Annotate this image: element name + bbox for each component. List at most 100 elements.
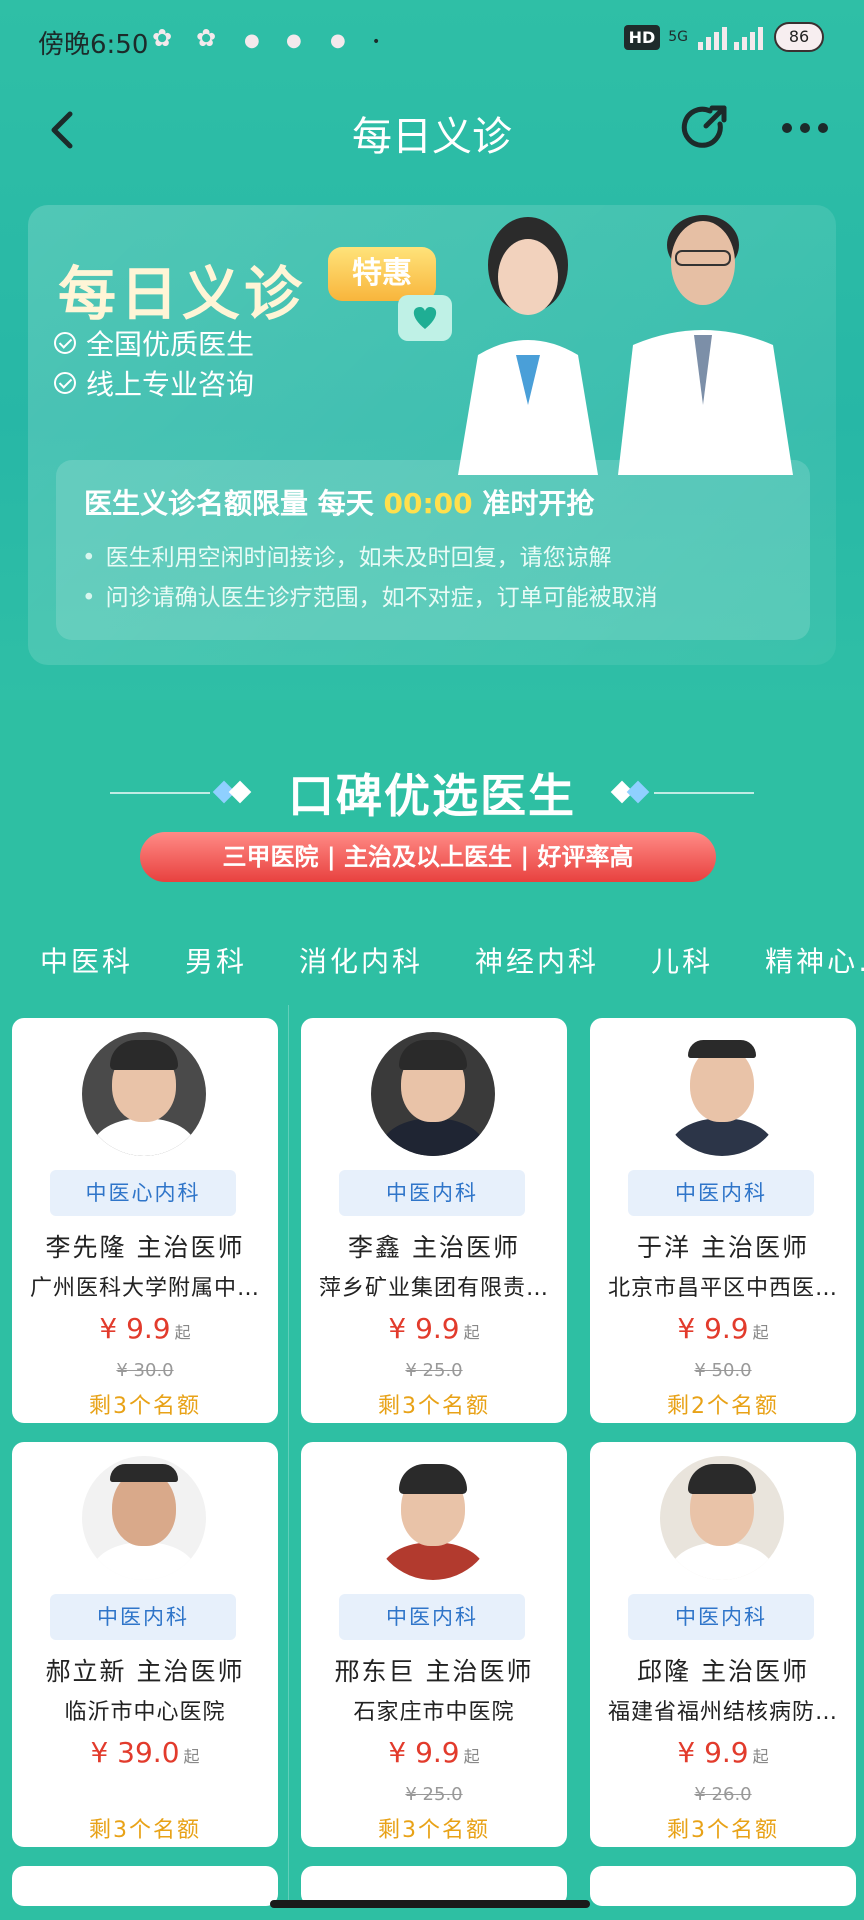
doctor-name: 邱隆 主治医师 xyxy=(637,1657,809,1686)
avatar-hair xyxy=(110,1464,178,1482)
notice-note: 医生利用空闲时间接诊，如未及时回复，请您谅解 xyxy=(82,538,612,572)
price-from-label: 起 xyxy=(183,1747,200,1766)
original-price: ¥ 30.0 xyxy=(116,1360,174,1381)
avatar-body xyxy=(92,1118,196,1156)
avatar-hair xyxy=(110,1040,178,1070)
avatar xyxy=(371,1456,495,1580)
signal-icon: 5G xyxy=(668,29,688,45)
avatar xyxy=(371,1032,495,1156)
status-icons: HD 5G 86 xyxy=(623,22,824,52)
notice-title: 医生义诊名额限量 每天 00:00 准时开抢 xyxy=(84,482,594,522)
quota-remaining: 剩3个名额 xyxy=(378,1818,490,1843)
avatar-hair xyxy=(399,1040,467,1070)
tab-nanke[interactable]: 男科 xyxy=(165,935,267,1005)
doctor-card[interactable]: 中医内科 于洋 主治医师 北京市昌平区中西医… ¥ 9.9 起 ¥ 50.0 剩2… xyxy=(590,1018,856,1423)
signal-bars-icon xyxy=(698,27,763,50)
price-from-label: 起 xyxy=(463,1747,480,1766)
doctors-illustration-icon xyxy=(398,215,793,475)
doctor-card[interactable]: 中医心内科 李先隆 主治医师 广州医科大学附属中… ¥ 9.9 起 ¥ 30.0 … xyxy=(12,1018,278,1423)
sticker-icon: ● xyxy=(244,30,260,51)
department-tag: 中医内科 xyxy=(339,1594,525,1640)
avatar-body xyxy=(381,1118,485,1156)
doctor-card-partial[interactable] xyxy=(590,1866,856,1906)
avatar xyxy=(82,1456,206,1580)
notice-prefix: 医生义诊名额限量 每天 xyxy=(84,487,384,520)
hospital-name: 临沂市中心医院 xyxy=(64,1700,226,1725)
hd-icon: HD xyxy=(623,24,661,50)
sticker-icon: ✿ xyxy=(196,24,217,52)
notice-suffix: 准时开抢 xyxy=(472,487,595,520)
avatar-body xyxy=(92,1542,196,1580)
feature-item: 全国优质医生 xyxy=(54,323,254,363)
department-tag: 中医心内科 xyxy=(50,1170,236,1216)
quota-remaining: 剩2个名额 xyxy=(667,1394,779,1419)
sticker-icon: ● xyxy=(286,30,302,51)
price: ¥ 9.9 xyxy=(388,1312,460,1345)
quota-remaining: 剩3个名额 xyxy=(89,1818,201,1843)
original-price: ¥ 50.0 xyxy=(694,1360,752,1381)
hospital-name: 福建省福州结核病防… xyxy=(607,1700,838,1725)
price-row: ¥ 9.9 起 xyxy=(301,1736,567,1769)
share-icon[interactable] xyxy=(680,102,732,154)
department-tag: 中医内科 xyxy=(628,1170,814,1216)
price: ¥ 9.9 xyxy=(677,1736,749,1769)
price-from-label: 起 xyxy=(174,1323,191,1342)
doctor-name: 邢东巨 主治医师 xyxy=(334,1657,534,1686)
price: ¥ 9.9 xyxy=(677,1312,749,1345)
sticker-icon: ● xyxy=(330,30,346,51)
avatar-hair xyxy=(688,1464,756,1494)
battery-icon: 86 xyxy=(774,22,824,52)
sticker-icon: ✿ xyxy=(152,24,173,52)
price: ¥ 39.0 xyxy=(90,1736,180,1769)
feature-label: 线上专业咨询 xyxy=(86,368,255,401)
status-bar: 傍晚6:50 ✿ ✿ ● ● ● • HD 5G 86 xyxy=(0,0,864,80)
price-from-label: 起 xyxy=(752,1747,769,1766)
more-icon[interactable] xyxy=(780,116,830,140)
highlights-pill: 三甲医院 | 主治及以上医生 | 好评率高 xyxy=(140,832,716,882)
hospital-name: 石家庄市中医院 xyxy=(353,1700,515,1725)
tab-erke[interactable]: 儿科 xyxy=(631,935,733,1005)
doctor-name: 李鑫 主治医师 xyxy=(348,1233,520,1262)
doctor-card-partial[interactable] xyxy=(12,1866,278,1906)
tab-zhongyi[interactable]: 中医科 xyxy=(20,935,153,1005)
department-tag: 中医内科 xyxy=(50,1594,236,1640)
tab-xiaohua[interactable]: 消化内科 xyxy=(279,935,443,1005)
notice-note: 问诊请确认医生诊疗范围，如不对症，订单可能被取消 xyxy=(82,578,658,612)
doctor-name: 于洋 主治医师 xyxy=(637,1233,809,1262)
quota-remaining: 剩3个名额 xyxy=(667,1818,779,1843)
department-tabs: 中医科 男科 消化内科 神经内科 儿科 精神心… xyxy=(0,935,864,1005)
doctor-name: 李先隆 主治医师 xyxy=(45,1233,245,1262)
avatar-body xyxy=(670,1542,774,1580)
decorative-line xyxy=(654,792,754,794)
price-from-label: 起 xyxy=(463,1323,480,1342)
original-price: ¥ 26.0 xyxy=(694,1784,752,1805)
price-row: ¥ 39.0 起 xyxy=(12,1736,278,1769)
tab-jingshen[interactable]: 精神心… xyxy=(745,935,864,1005)
original-price: ¥ 25.0 xyxy=(405,1784,463,1805)
tab-shenjing[interactable]: 神经内科 xyxy=(455,935,619,1005)
home-indicator[interactable] xyxy=(270,1900,590,1908)
banner-title: 每日义诊 xyxy=(58,260,307,328)
price-from-label: 起 xyxy=(752,1323,769,1342)
avatar xyxy=(660,1032,784,1156)
price: ¥ 9.9 xyxy=(99,1312,171,1345)
avatar-body xyxy=(381,1542,485,1580)
doctor-card[interactable]: 中医内科 邢东巨 主治医师 石家庄市中医院 ¥ 9.9 起 ¥ 25.0 剩3个名… xyxy=(301,1442,567,1847)
feature-label: 全国优质医生 xyxy=(86,328,255,361)
price-row: ¥ 9.9 起 xyxy=(590,1312,856,1345)
avatar-body xyxy=(670,1118,774,1156)
hospital-name: 萍乡矿业集团有限责… xyxy=(318,1276,549,1301)
price-row: ¥ 9.9 起 xyxy=(590,1736,856,1769)
doctor-card[interactable]: 中医内科 李鑫 主治医师 萍乡矿业集团有限责… ¥ 9.9 起 ¥ 25.0 剩3… xyxy=(301,1018,567,1423)
doctor-name: 郝立新 主治医师 xyxy=(45,1657,245,1686)
doctor-card[interactable]: 中医内科 郝立新 主治医师 临沂市中心医院 ¥ 39.0 起 剩3个名额 xyxy=(12,1442,278,1847)
original-price: ¥ 25.0 xyxy=(405,1360,463,1381)
hospital-name: 广州医科大学附属中… xyxy=(29,1276,260,1301)
page-title: 每日义诊 xyxy=(352,114,512,160)
check-icon xyxy=(54,372,76,394)
notice-box: 医生义诊名额限量 每天 00:00 准时开抢 医生利用空闲时间接诊，如未及时回复… xyxy=(56,460,810,640)
doctor-card[interactable]: 中医内科 邱隆 主治医师 福建省福州结核病防… ¥ 9.9 起 ¥ 26.0 剩3… xyxy=(590,1442,856,1847)
department-tag: 中医内科 xyxy=(628,1594,814,1640)
quota-remaining: 剩3个名额 xyxy=(378,1394,490,1419)
notice-time: 00:00 xyxy=(383,487,473,520)
